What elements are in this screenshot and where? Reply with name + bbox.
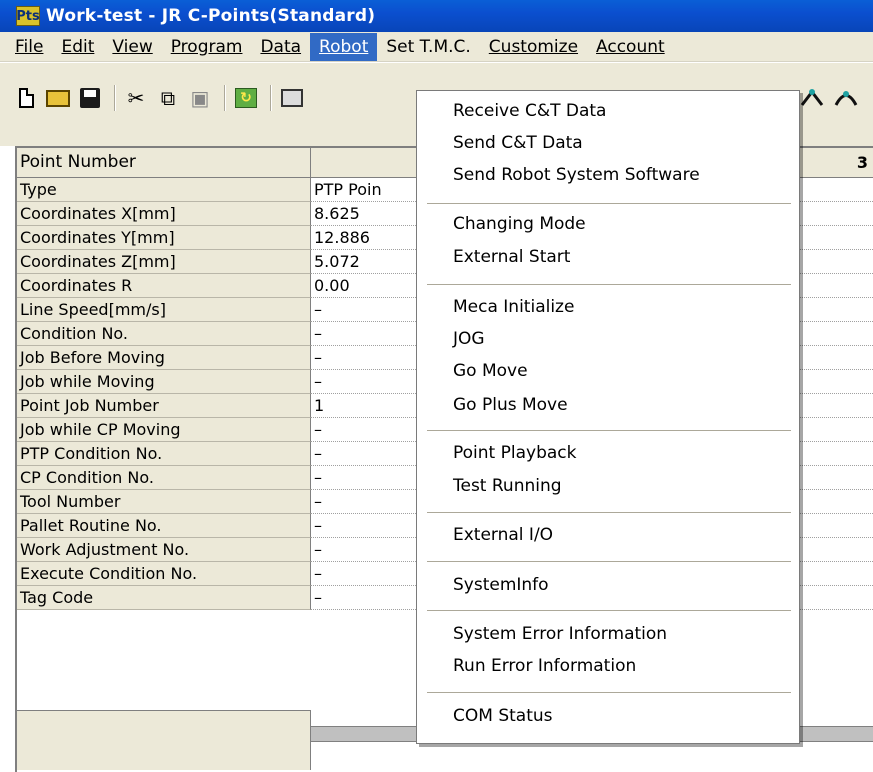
menu-set-tmc[interactable]: Set T.M.C. bbox=[377, 33, 479, 61]
row-label[interactable]: Condition No. bbox=[17, 322, 311, 346]
menu-item-systeminfo[interactable]: SystemInfo bbox=[453, 573, 549, 597]
row-label[interactable]: Tag Code bbox=[17, 586, 311, 610]
blank-row-header bbox=[17, 710, 311, 770]
row-label[interactable]: Job while CP Moving bbox=[17, 418, 311, 442]
print-icon[interactable] bbox=[278, 84, 306, 112]
menu-item-go-plus-move[interactable]: Go Plus Move bbox=[453, 393, 568, 417]
refresh-icon[interactable]: ↻ bbox=[232, 84, 260, 112]
cut-icon[interactable]: ✂ bbox=[122, 84, 150, 112]
menu-separator bbox=[427, 610, 791, 612]
menu-separator bbox=[427, 692, 791, 694]
menu-separator bbox=[427, 203, 791, 205]
menu-file[interactable]: File bbox=[0, 33, 52, 61]
menu-view[interactable]: View bbox=[103, 33, 161, 61]
row-label[interactable]: Job Before Moving bbox=[17, 346, 311, 370]
menu-edit[interactable]: Edit bbox=[52, 33, 103, 61]
menu-item-meca-initialize[interactable]: Meca Initialize bbox=[453, 295, 574, 319]
grid-corner-header: Point Number bbox=[17, 148, 311, 178]
menu-bar: File Edit View Program Data Robot Set T.… bbox=[0, 32, 873, 62]
menu-account[interactable]: Account bbox=[587, 33, 674, 61]
menu-separator bbox=[427, 430, 791, 432]
row-label[interactable]: Tool Number bbox=[17, 490, 311, 514]
menu-item-changing-mode[interactable]: Changing Mode bbox=[453, 212, 586, 236]
save-icon[interactable] bbox=[76, 84, 104, 112]
row-label[interactable]: Execute Condition No. bbox=[17, 562, 311, 586]
menu-program[interactable]: Program bbox=[162, 33, 252, 61]
row-label[interactable]: Line Speed[mm/s] bbox=[17, 298, 311, 322]
toolbar-separator bbox=[114, 85, 116, 111]
robot-menu-dropdown: Receive C&T Data Send C&T Data Send Robo… bbox=[416, 90, 800, 744]
menu-customize[interactable]: Customize bbox=[480, 33, 587, 61]
toolbar-separator bbox=[224, 85, 226, 111]
row-label[interactable]: Coordinates Y[mm] bbox=[17, 226, 311, 250]
copy-icon[interactable]: ⧉ bbox=[154, 84, 182, 112]
row-label[interactable]: Coordinates R bbox=[17, 274, 311, 298]
open-folder-icon[interactable] bbox=[44, 84, 72, 112]
menu-separator bbox=[427, 512, 791, 514]
toolbar-separator bbox=[270, 85, 272, 111]
row-label[interactable]: Coordinates X[mm] bbox=[17, 202, 311, 226]
row-label[interactable]: Work Adjustment No. bbox=[17, 538, 311, 562]
row-label[interactable]: CP Condition No. bbox=[17, 466, 311, 490]
menu-item-com-status[interactable]: COM Status bbox=[453, 704, 553, 728]
app-icon: Pts bbox=[16, 6, 40, 26]
menu-separator bbox=[427, 561, 791, 563]
menu-item-receive-ct-data[interactable]: Receive C&T Data bbox=[453, 99, 606, 123]
menu-item-go-move[interactable]: Go Move bbox=[453, 359, 528, 383]
menu-item-external-io[interactable]: External I/O bbox=[453, 523, 553, 547]
title-bar: Pts Work-test - JR C-Points(Standard) bbox=[0, 0, 873, 32]
menu-item-test-running[interactable]: Test Running bbox=[453, 474, 562, 498]
menu-separator bbox=[427, 284, 791, 286]
menu-data[interactable]: Data bbox=[251, 33, 310, 61]
menu-item-jog[interactable]: JOG bbox=[453, 327, 485, 351]
row-label[interactable]: Type bbox=[17, 178, 311, 202]
row-label[interactable]: PTP Condition No. bbox=[17, 442, 311, 466]
menu-item-send-ct-data[interactable]: Send C&T Data bbox=[453, 131, 583, 155]
menu-item-send-robot-sw[interactable]: Send Robot System Software bbox=[453, 163, 700, 187]
window-title: Work-test - JR C-Points(Standard) bbox=[46, 6, 376, 26]
row-label[interactable]: Pallet Routine No. bbox=[17, 514, 311, 538]
menu-item-point-playback[interactable]: Point Playback bbox=[453, 441, 576, 465]
paste-icon[interactable]: ▣ bbox=[186, 84, 214, 112]
arc-icon[interactable] bbox=[834, 88, 858, 108]
arc-icon[interactable] bbox=[800, 88, 824, 108]
row-label[interactable]: Coordinates Z[mm] bbox=[17, 250, 311, 274]
new-file-icon[interactable] bbox=[12, 84, 40, 112]
menu-robot[interactable]: Robot bbox=[310, 32, 378, 61]
row-label[interactable]: Point Job Number bbox=[17, 394, 311, 418]
menu-item-run-error-info[interactable]: Run Error Information bbox=[453, 654, 636, 678]
row-label[interactable]: Job while Moving bbox=[17, 370, 311, 394]
menu-item-external-start[interactable]: External Start bbox=[453, 245, 570, 269]
menu-item-system-error-info[interactable]: System Error Information bbox=[453, 622, 667, 646]
